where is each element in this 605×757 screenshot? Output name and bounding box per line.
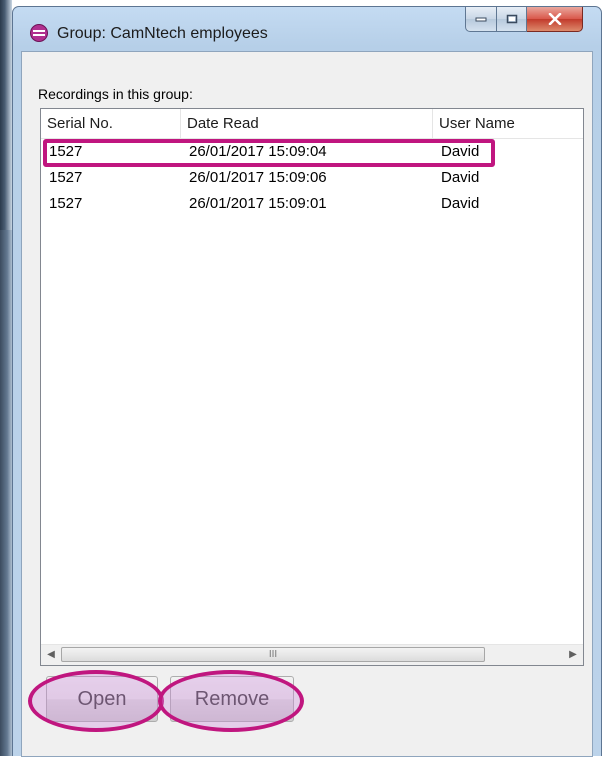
table-row[interactable]: 1527 26/01/2017 15:09:06 David <box>41 165 583 191</box>
recordings-list[interactable]: Serial No. Date Read User Name 1527 26/0… <box>40 108 584 666</box>
maximize-button[interactable] <box>497 7 527 32</box>
column-header-date[interactable]: Date Read <box>181 109 433 138</box>
cell-user: David <box>441 195 480 212</box>
column-header-user[interactable]: User Name <box>433 109 583 138</box>
open-button[interactable]: Open <box>46 676 158 722</box>
minimize-icon <box>475 17 487 22</box>
recordings-label: Recordings in this group: <box>38 86 193 102</box>
scroll-right-arrow-icon[interactable]: ▶ <box>563 645 583 665</box>
scroll-thumb[interactable]: III <box>61 647 485 662</box>
cell-serial: 1527 <box>49 169 83 186</box>
row-annotation-highlight <box>43 139 495 167</box>
cell-user: David <box>441 169 480 186</box>
close-button[interactable] <box>527 7 583 32</box>
list-header: Serial No. Date Read User Name <box>41 109 583 139</box>
cell-serial: 1527 <box>49 195 83 212</box>
desktop-edge <box>0 0 12 756</box>
remove-button[interactable]: Remove <box>170 676 294 722</box>
maximize-icon <box>506 14 517 24</box>
scroll-left-arrow-icon[interactable]: ◀ <box>41 645 61 665</box>
column-header-serial[interactable]: Serial No. <box>41 109 181 138</box>
table-row[interactable]: 1527 26/01/2017 15:09:04 David <box>41 139 583 167</box>
window-title: Group: CamNtech employees <box>57 25 268 42</box>
dialog-body: Recordings in this group: Serial No. Dat… <box>21 51 593 757</box>
cell-date: 26/01/2017 15:09:06 <box>189 169 327 186</box>
title-bar[interactable]: Group: CamNtech employees <box>13 7 601 51</box>
minimize-button[interactable] <box>465 7 497 32</box>
table-row[interactable]: 1527 26/01/2017 15:09:01 David <box>41 191 583 217</box>
horizontal-scrollbar[interactable]: ◀ III ▶ <box>41 644 583 665</box>
close-icon <box>548 13 561 25</box>
group-window: Group: CamNtech employees Recordings in <box>12 6 602 757</box>
group-icon <box>30 24 48 42</box>
cell-date: 26/01/2017 15:09:01 <box>189 195 327 212</box>
